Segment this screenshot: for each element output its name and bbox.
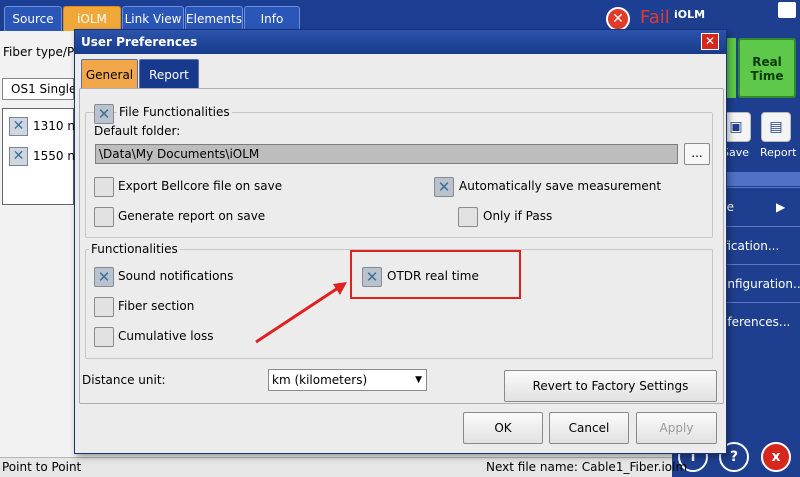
annotation-arrow [255, 282, 347, 344]
